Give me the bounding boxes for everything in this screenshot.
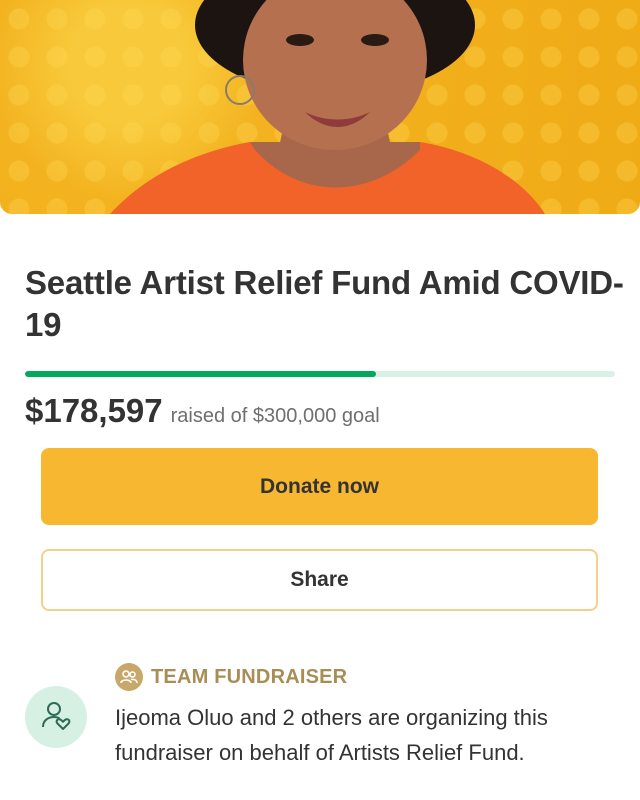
- people-icon: [115, 663, 143, 691]
- organizer-avatar: [25, 686, 87, 748]
- campaign-hero-image: [0, 0, 640, 214]
- raised-amount: $178,597: [25, 392, 163, 429]
- share-button[interactable]: Share: [41, 549, 598, 611]
- progress-bar: [25, 371, 615, 377]
- raised-summary: $178,597 raised of $300,000 goal: [25, 392, 380, 430]
- team-fundraiser-badge: TEAM FUNDRAISER: [115, 663, 347, 691]
- progress-fill: [25, 371, 377, 377]
- donate-button[interactable]: Donate now: [41, 448, 598, 525]
- organizer-description: Ijeoma Oluo and 2 others are organizing …: [115, 705, 548, 765]
- goal-text: raised of $300,000 goal: [170, 405, 380, 427]
- team-fundraiser-label: TEAM FUNDRAISER: [151, 665, 348, 688]
- campaign-title: Seattle Artist Relief Fund Amid COVID-19: [25, 264, 624, 343]
- person-heart-icon: [40, 699, 72, 736]
